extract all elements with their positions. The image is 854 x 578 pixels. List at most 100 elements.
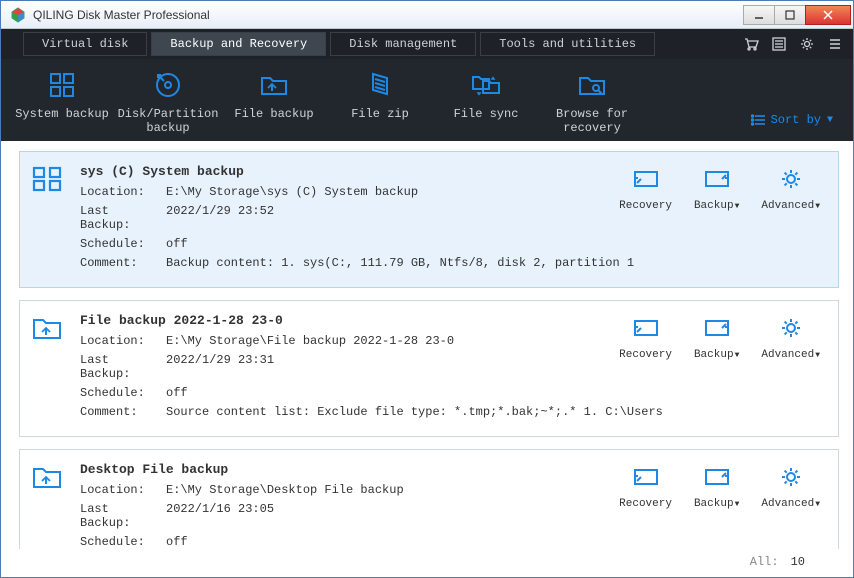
backup-card[interactable]: File backup 2022-1-28 23-0 Location:E:\M…: [19, 300, 839, 437]
location-label: Location:: [80, 334, 166, 348]
content-area: sys (C) System backup Location:E:\My Sto…: [1, 141, 853, 577]
tool-browse-recovery[interactable]: Browse for recovery: [539, 71, 645, 135]
tool-label: Disk/Partition backup: [115, 107, 221, 135]
window-title: QILING Disk Master Professional: [33, 8, 744, 22]
last-backup-value: 2022/1/16 23:05: [166, 502, 274, 530]
location-value: E:\My Storage\File backup 2022-1-28 23-0: [166, 334, 454, 348]
tool-label: System backup: [9, 107, 115, 121]
advanced-button[interactable]: Advanced▼: [761, 166, 820, 212]
chevron-down-icon: ▼: [827, 115, 833, 126]
chevron-down-icon: ▼: [815, 500, 820, 509]
comment-value: Backup content: 1. sys(C:, 111.79 GB, Nt…: [166, 256, 634, 270]
tool-system-backup[interactable]: System backup: [9, 71, 115, 121]
recovery-icon: [619, 464, 672, 490]
gear-icon[interactable]: [793, 29, 821, 59]
sort-by-dropdown[interactable]: Sort by ▼: [751, 113, 833, 127]
backup-card[interactable]: Desktop File backup Location:E:\My Stora…: [19, 449, 839, 549]
comment-label: Comment:: [80, 405, 166, 419]
tool-file-backup[interactable]: File backup: [221, 71, 327, 121]
card-actions: Recovery Backup▼ Advanced▼: [619, 315, 820, 361]
gear-icon: [761, 315, 820, 341]
last-backup-label: Last Backup:: [80, 353, 166, 381]
cart-icon[interactable]: [737, 29, 765, 59]
menu-icon[interactable]: [821, 29, 849, 59]
close-button[interactable]: [805, 5, 851, 25]
gear-icon: [761, 166, 820, 192]
tab-tools-utilities[interactable]: Tools and utilities: [480, 32, 655, 56]
grid-icon: [32, 166, 68, 194]
chevron-down-icon: ▼: [735, 500, 740, 509]
recovery-icon: [619, 166, 672, 192]
footer: All: 10: [19, 549, 845, 575]
schedule-value: off: [166, 535, 188, 549]
location-label: Location:: [80, 185, 166, 199]
backup-icon: [694, 166, 739, 192]
tab-disk-management[interactable]: Disk management: [330, 32, 476, 56]
tool-disk-partition-backup[interactable]: Disk/Partition backup: [115, 71, 221, 135]
tool-label: File zip: [327, 107, 433, 121]
location-label: Location:: [80, 483, 166, 497]
grid-icon: [9, 71, 115, 99]
maximize-button[interactable]: [774, 5, 806, 25]
recovery-button[interactable]: Recovery: [619, 315, 672, 361]
tab-virtual-disk[interactable]: Virtual disk: [23, 32, 147, 56]
tab-backup-recovery[interactable]: Backup and Recovery: [151, 32, 326, 56]
comment-value: Source content list: Exclude file type: …: [166, 405, 663, 419]
folder-backup-icon: [32, 464, 68, 492]
backup-button[interactable]: Backup▼: [694, 166, 739, 212]
sync-folder-icon: [433, 71, 539, 99]
card-actions: Recovery Backup▼ Advanced▼: [619, 166, 820, 212]
folder-backup-icon: [32, 315, 68, 343]
backup-button[interactable]: Backup▼: [694, 315, 739, 361]
schedule-value: off: [166, 386, 188, 400]
backup-button[interactable]: Backup▼: [694, 464, 739, 510]
sort-icon: [751, 114, 765, 126]
card-actions: Recovery Backup▼ Advanced▼: [619, 464, 820, 510]
last-backup-value: 2022/1/29 23:52: [166, 204, 274, 232]
chevron-down-icon: ▼: [815, 351, 820, 360]
tool-file-zip[interactable]: File zip: [327, 71, 433, 121]
last-backup-label: Last Backup:: [80, 502, 166, 530]
tool-label: Browse for recovery: [539, 107, 645, 135]
location-value: E:\My Storage\sys (C) System backup: [166, 185, 418, 199]
action-label: Advanced: [761, 349, 814, 361]
tab-label: Tools and utilities: [499, 37, 636, 51]
action-label: Recovery: [619, 498, 672, 510]
last-backup-value: 2022/1/29 23:31: [166, 353, 274, 381]
browse-recovery-icon: [539, 71, 645, 99]
minimize-button[interactable]: [743, 5, 775, 25]
last-backup-label: Last Backup:: [80, 204, 166, 232]
comment-label: Comment:: [80, 256, 166, 270]
location-value: E:\My Storage\Desktop File backup: [166, 483, 404, 497]
tab-label: Backup and Recovery: [170, 37, 307, 51]
tool-file-sync[interactable]: File sync: [433, 71, 539, 121]
recovery-button[interactable]: Recovery: [619, 166, 672, 212]
tab-label: Virtual disk: [42, 37, 128, 51]
chevron-down-icon: ▼: [815, 202, 820, 211]
all-label: All:: [750, 555, 779, 569]
advanced-button[interactable]: Advanced▼: [761, 315, 820, 361]
tab-label: Disk management: [349, 37, 457, 51]
action-label: Backup: [694, 200, 734, 212]
advanced-button[interactable]: Advanced▼: [761, 464, 820, 510]
action-label: Backup: [694, 349, 734, 361]
recovery-button[interactable]: Recovery: [619, 464, 672, 510]
tool-label: File sync: [433, 107, 539, 121]
gear-icon: [761, 464, 820, 490]
schedule-value: off: [166, 237, 188, 251]
titlebar: QILING Disk Master Professional: [1, 1, 853, 29]
app-window: QILING Disk Master Professional Virtual …: [0, 0, 854, 578]
chevron-down-icon: ▼: [735, 202, 740, 211]
backup-task-list[interactable]: sys (C) System backup Location:E:\My Sto…: [19, 151, 845, 549]
schedule-label: Schedule:: [80, 535, 166, 549]
list-icon[interactable]: [765, 29, 793, 59]
toolbar: System backup Disk/Partition backup File…: [1, 59, 853, 141]
sort-label: Sort by: [771, 113, 821, 127]
menubar: Virtual disk Backup and Recovery Disk ma…: [1, 29, 853, 59]
action-label: Recovery: [619, 200, 672, 212]
recovery-icon: [619, 315, 672, 341]
app-icon: [9, 6, 27, 24]
action-label: Advanced: [761, 498, 814, 510]
action-label: Recovery: [619, 349, 672, 361]
backup-card[interactable]: sys (C) System backup Location:E:\My Sto…: [19, 151, 839, 288]
